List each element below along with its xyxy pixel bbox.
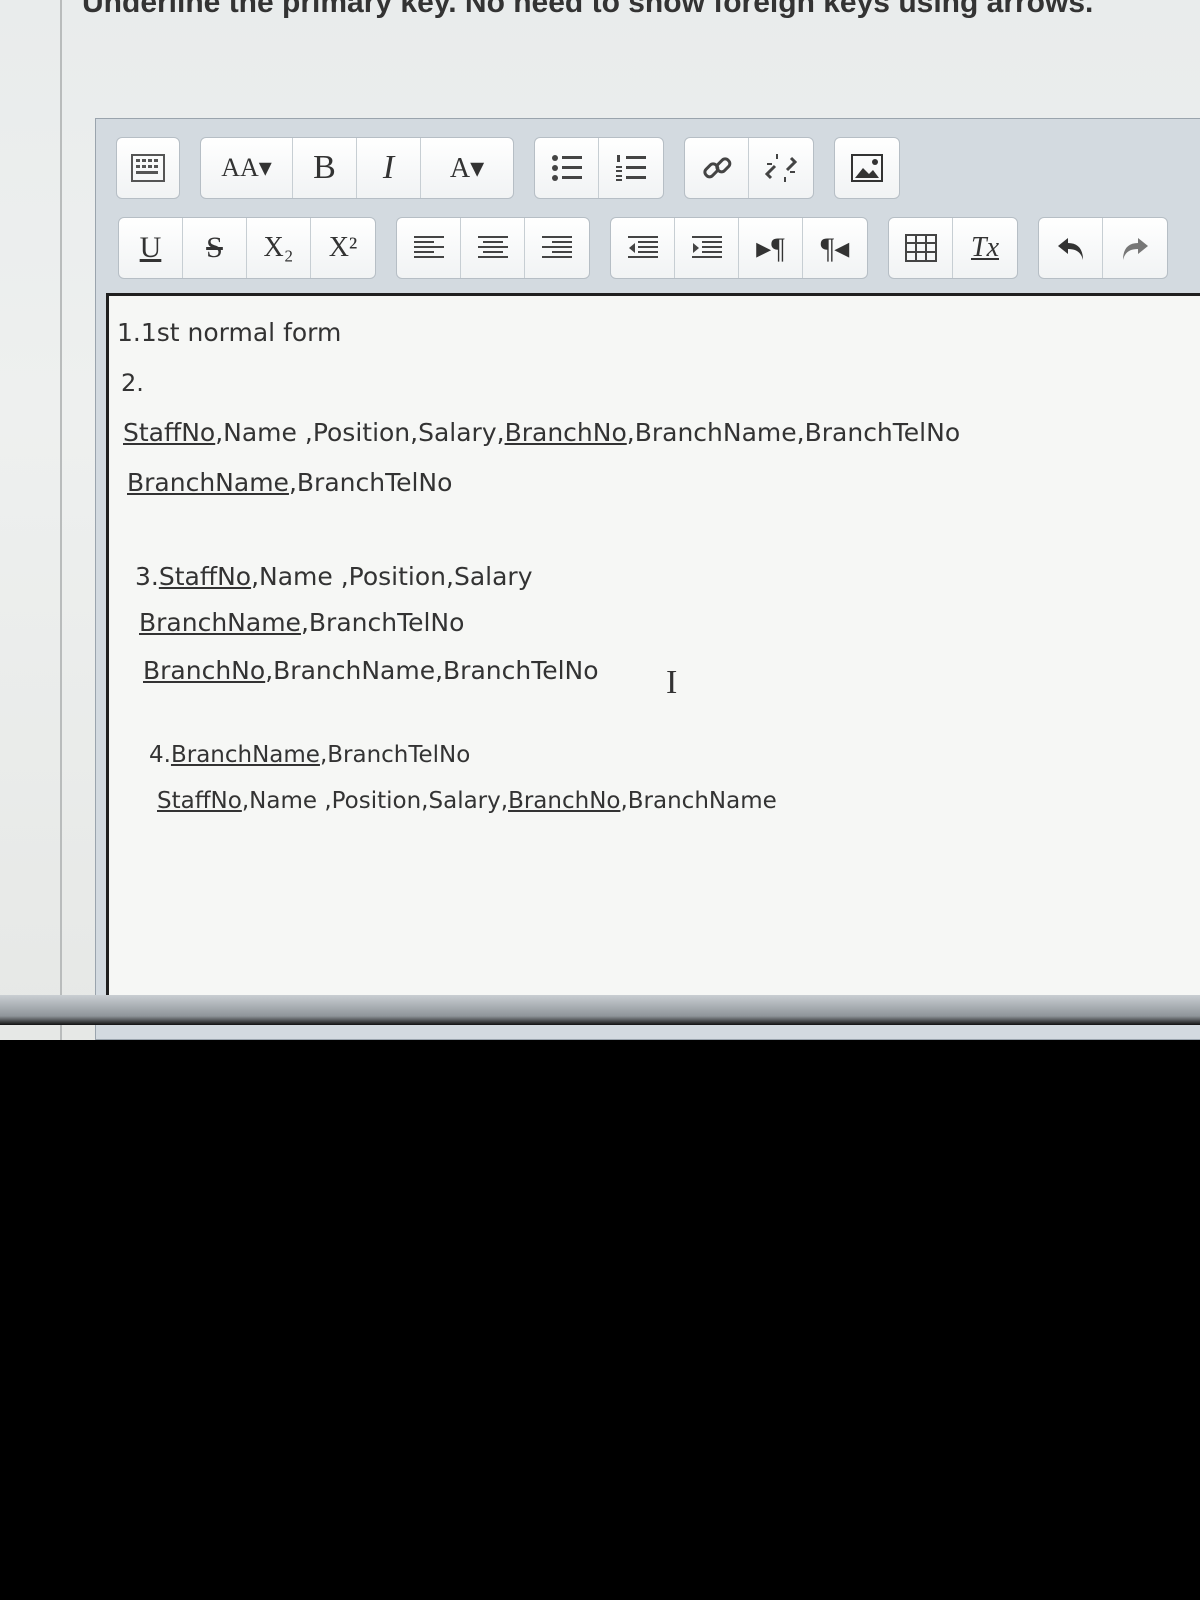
underline-button[interactable]: U bbox=[119, 218, 183, 278]
bulleted-list-icon bbox=[551, 153, 583, 183]
italic-button[interactable]: I bbox=[357, 138, 421, 198]
question-instruction: Underline the primary key. No need to sh… bbox=[82, 0, 1094, 19]
undo-icon bbox=[1056, 234, 1086, 262]
font-size-button[interactable]: AA▾ bbox=[201, 138, 293, 198]
line-text: 3. bbox=[135, 562, 159, 591]
primary-key-text: StaffNo bbox=[158, 562, 252, 591]
primary-key-text: BranchName bbox=[139, 608, 301, 637]
primary-key-text: BranchNo bbox=[143, 656, 266, 685]
toolbar-group bbox=[534, 137, 664, 199]
text-cursor-icon: I bbox=[666, 664, 678, 701]
numbered-list-button[interactable] bbox=[599, 138, 663, 198]
insert-table-button[interactable] bbox=[889, 218, 953, 278]
insert-link-button[interactable] bbox=[685, 138, 749, 198]
increase-indent-button[interactable] bbox=[675, 218, 739, 278]
redo-button[interactable] bbox=[1103, 218, 1167, 278]
toolbar-group bbox=[396, 217, 590, 279]
editor-line: 4.BranchName,BranchTelNo bbox=[149, 742, 470, 768]
primary-key-text: BranchName bbox=[127, 468, 289, 497]
editor-line: StaffNo,Name ,Position,Salary,BranchNo,B… bbox=[157, 788, 777, 814]
line-text: ,Name ,Position,Salary bbox=[251, 562, 533, 591]
editor-line: BranchNo,BranchName,BranchTelNo bbox=[143, 656, 599, 685]
toolbar-toggle-button[interactable] bbox=[117, 138, 179, 198]
line-text: ,BranchTelNo bbox=[288, 468, 453, 497]
align-left-button[interactable] bbox=[397, 218, 461, 278]
editor-line: 3.StaffNo,Name ,Position,Salary bbox=[135, 562, 533, 591]
bulleted-list-button[interactable] bbox=[535, 138, 599, 198]
editor-line: 2. bbox=[121, 369, 144, 397]
clear-formatting-button[interactable]: Tx bbox=[953, 218, 1017, 278]
unlink-icon bbox=[765, 152, 797, 184]
font-size-icon: AA▾ bbox=[221, 153, 272, 182]
align-left-icon bbox=[413, 235, 444, 261]
indent-icon bbox=[691, 235, 722, 261]
subscript-button[interactable]: X₂ bbox=[247, 218, 311, 278]
outdent-icon bbox=[627, 235, 658, 261]
line-text: ,BranchTelNo bbox=[319, 742, 471, 768]
line-text: 4. bbox=[149, 742, 171, 768]
align-center-button[interactable] bbox=[461, 218, 525, 278]
remove-link-button[interactable] bbox=[749, 138, 813, 198]
line-text: ,BranchName bbox=[620, 788, 777, 814]
primary-key-text: BranchName bbox=[170, 742, 320, 768]
line-text: 2. bbox=[121, 369, 144, 397]
toolbar-row-1: AA▾ B I A▾ bbox=[116, 137, 920, 199]
line-text: ,BranchName,BranchTelNo bbox=[265, 656, 599, 685]
align-center-icon bbox=[477, 235, 508, 261]
line-text: ,Name ,Position,Salary, bbox=[241, 788, 509, 814]
toolbar-group: AA▾ B I A▾ bbox=[200, 137, 514, 199]
editor-line: BranchName,BranchTelNo bbox=[139, 608, 464, 637]
align-right-button[interactable] bbox=[525, 218, 589, 278]
primary-key-text: BranchNo bbox=[504, 418, 627, 447]
toolbar-group: U S X₂ X² bbox=[118, 217, 376, 279]
keyboard-icon bbox=[131, 154, 165, 182]
toolbar-group: ▸¶ ¶◂ bbox=[610, 217, 868, 279]
bold-button[interactable]: B bbox=[293, 138, 357, 198]
editor-line: 1.1st normal form bbox=[117, 318, 341, 347]
image-icon bbox=[851, 154, 883, 182]
page-border bbox=[60, 0, 62, 1040]
line-text: ,BranchName,BranchTelNo bbox=[626, 418, 961, 447]
screen: Underline the primary key. No need to sh… bbox=[0, 0, 1200, 1040]
link-icon bbox=[701, 152, 733, 184]
decrease-indent-button[interactable] bbox=[611, 218, 675, 278]
table-icon bbox=[904, 234, 937, 262]
superscript-button[interactable]: X² bbox=[311, 218, 375, 278]
numbered-list-icon bbox=[615, 153, 647, 183]
editor-line: StaffNo,Name ,Position,Salary,BranchNo,B… bbox=[123, 418, 960, 447]
redo-icon bbox=[1120, 234, 1150, 262]
toolbar-group: Tx bbox=[888, 217, 1018, 279]
strikethrough-button[interactable]: S bbox=[183, 218, 247, 278]
ltr-button[interactable]: ▸¶ bbox=[739, 218, 803, 278]
rtl-button[interactable]: ¶◂ bbox=[803, 218, 867, 278]
primary-key-text: StaffNo bbox=[157, 788, 242, 814]
undo-button[interactable] bbox=[1039, 218, 1103, 278]
toolbar-row-2: U S X₂ X² ▸¶ ¶◂ Tx bbox=[118, 217, 1188, 279]
toolbar-group bbox=[1038, 217, 1168, 279]
line-text: ,BranchTelNo bbox=[300, 608, 465, 637]
editor-line: BranchName,BranchTelNo bbox=[127, 468, 452, 497]
line-text: 1.1st normal form bbox=[117, 318, 342, 347]
insert-image-button[interactable] bbox=[835, 138, 899, 198]
font-color-button[interactable]: A▾ bbox=[421, 138, 513, 198]
toolbar-group bbox=[684, 137, 814, 199]
primary-key-text: BranchNo bbox=[508, 788, 621, 814]
line-text: ,Name ,Position,Salary, bbox=[215, 418, 505, 447]
align-right-icon bbox=[542, 235, 572, 261]
primary-key-text: StaffNo bbox=[123, 418, 216, 447]
editor-content-area[interactable]: 1.1st normal form 2. StaffNo,Name ,Posit… bbox=[106, 293, 1200, 1016]
monitor-bezel bbox=[0, 995, 1200, 1025]
toolbar-group bbox=[834, 137, 900, 199]
toolbar-group bbox=[116, 137, 180, 199]
